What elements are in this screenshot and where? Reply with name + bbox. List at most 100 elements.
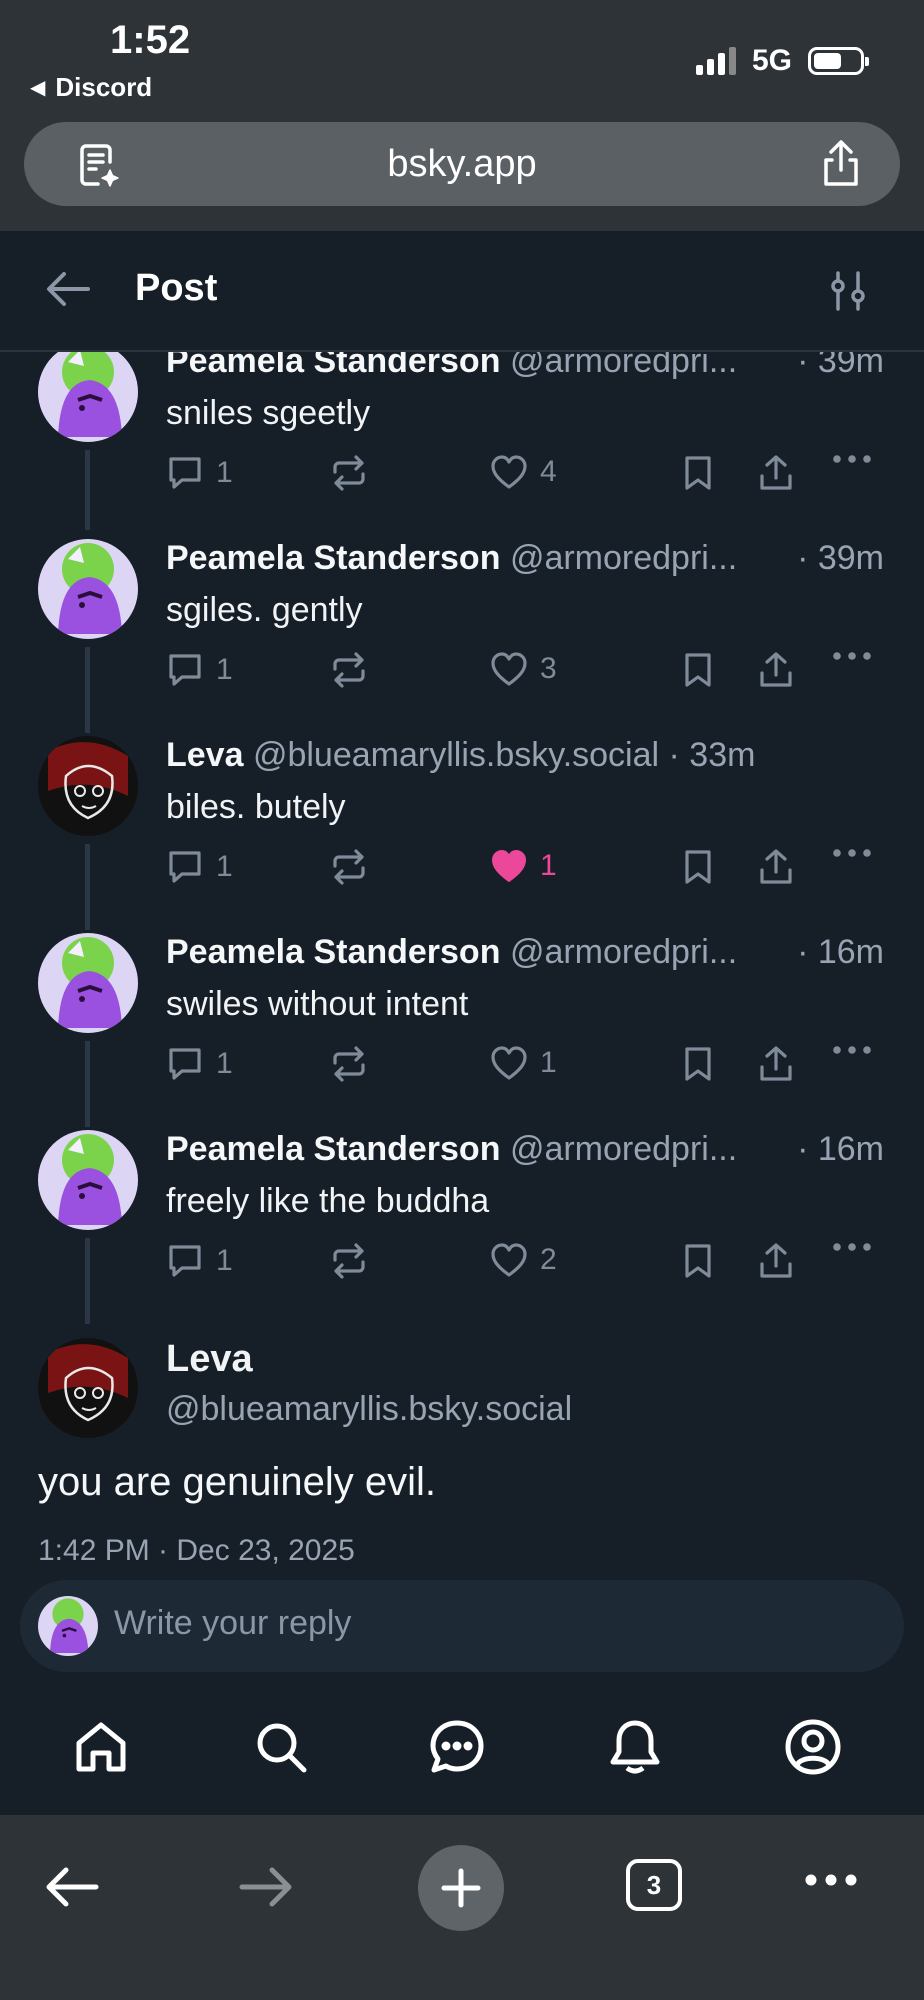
reader-mode-icon[interactable] <box>74 140 124 195</box>
avatar[interactable] <box>38 352 138 442</box>
repost-button[interactable] <box>330 1242 368 1280</box>
main-post: Leva @blueamaryllis.bsky.social you are … <box>0 1338 924 1574</box>
thread-connector <box>85 844 90 930</box>
author-handle[interactable]: @armoredpri... <box>510 1130 737 1168</box>
status-indicators: 5G <box>695 44 869 78</box>
like-button[interactable]: 1 <box>490 848 557 884</box>
author-handle[interactable]: @blueamaryllis.bsky.social <box>166 1390 572 1429</box>
share-icon[interactable] <box>816 138 866 195</box>
thread-connector <box>85 1041 90 1127</box>
profile-icon[interactable] <box>780 1714 846 1780</box>
thread-post[interactable]: Peamela Standerson @armoredpri... · 39m … <box>0 352 924 539</box>
bottom-nav <box>0 1690 924 1815</box>
author-handle[interactable]: @armoredpri... <box>510 352 737 380</box>
post-text: freely like the buddha <box>166 1182 490 1220</box>
avatar[interactable] <box>38 736 138 836</box>
thread-connector <box>85 1238 90 1324</box>
post-header: Peamela Standerson @armoredpri... <box>166 352 886 381</box>
heart-filled-icon <box>492 850 526 882</box>
bookmark-button[interactable] <box>682 848 714 886</box>
author-handle[interactable]: @armoredpri... <box>510 539 737 577</box>
share-button[interactable] <box>758 1045 794 1083</box>
notifications-bell-icon[interactable] <box>602 1714 668 1780</box>
more-options-button[interactable] <box>832 1045 872 1055</box>
avatar[interactable] <box>38 539 138 639</box>
bookmark-button[interactable] <box>682 1045 714 1083</box>
author-name[interactable]: Leva <box>166 736 244 774</box>
reply-count: 1 <box>216 850 233 883</box>
reply-button[interactable]: 1 <box>166 651 233 689</box>
reply-button[interactable]: 1 <box>166 1045 233 1083</box>
more-options-button[interactable] <box>832 848 872 858</box>
back-app-label: Discord <box>55 72 153 102</box>
avatar <box>38 1596 98 1656</box>
author-name[interactable]: Leva <box>166 1338 253 1381</box>
reply-button[interactable]: 1 <box>166 454 233 492</box>
share-button[interactable] <box>758 651 794 689</box>
bookmark-button[interactable] <box>682 454 714 492</box>
avatar[interactable] <box>38 1130 138 1230</box>
reply-count: 1 <box>216 456 233 489</box>
more-options-button[interactable] <box>832 651 872 661</box>
like-button[interactable]: 3 <box>490 651 557 687</box>
reply-button[interactable]: 1 <box>166 848 233 886</box>
thread-post[interactable]: Leva @blueamaryllis.bsky.social · 33m bi… <box>0 736 924 933</box>
author-name[interactable]: Peamela Standerson <box>166 933 500 971</box>
back-triangle-icon: ◀ <box>30 77 46 99</box>
share-button[interactable] <box>758 1242 794 1280</box>
share-button[interactable] <box>758 848 794 886</box>
author-name[interactable]: Peamela Standerson <box>166 539 500 577</box>
avatar[interactable] <box>38 933 138 1033</box>
more-options-button[interactable] <box>832 1242 872 1252</box>
bookmark-button[interactable] <box>682 1242 714 1280</box>
more-menu-icon[interactable] <box>804 1873 858 1887</box>
browser-back-icon[interactable] <box>44 1865 100 1909</box>
post-text: sgiles. gently <box>166 591 363 629</box>
post-text: swiles without intent <box>166 985 469 1023</box>
like-count: 2 <box>540 1243 557 1276</box>
author-name[interactable]: Peamela Standerson <box>166 1130 500 1168</box>
home-icon[interactable] <box>68 1714 134 1780</box>
tabs-button[interactable]: 3 <box>626 1859 682 1911</box>
like-button[interactable]: 4 <box>490 454 557 490</box>
page-title: Post <box>135 267 218 309</box>
back-arrow-icon[interactable] <box>44 269 92 314</box>
plus-icon <box>418 1845 504 1931</box>
app-header: Post <box>0 231 924 352</box>
post-time: · 16m <box>791 1130 884 1169</box>
thread-connector <box>85 450 90 530</box>
repost-button[interactable] <box>330 651 368 689</box>
search-icon[interactable] <box>248 1714 314 1780</box>
post-time: · 39m <box>791 352 884 381</box>
author-name[interactable]: Peamela Standerson <box>166 352 500 380</box>
tab-count: 3 <box>626 1859 682 1911</box>
status-time: 1:52 <box>110 18 191 62</box>
reply-button[interactable]: 1 <box>166 1242 233 1280</box>
thread-post[interactable]: Peamela Standerson @armoredpri... · 16m … <box>0 1130 924 1327</box>
repost-button[interactable] <box>330 1045 368 1083</box>
post-header: Peamela Standerson @armoredpri... <box>166 1130 886 1169</box>
thread-post[interactable]: Peamela Standerson @armoredpri... · 16m … <box>0 933 924 1130</box>
bookmark-button[interactable] <box>682 651 714 689</box>
thread-settings-icon[interactable] <box>828 269 868 318</box>
reply-input[interactable]: Write your reply <box>20 1580 904 1672</box>
author-handle[interactable]: @armoredpri... <box>510 933 737 971</box>
thread-post[interactable]: Peamela Standerson @armoredpri... · 39m … <box>0 539 924 736</box>
like-button[interactable]: 1 <box>490 1045 557 1081</box>
chat-icon[interactable] <box>424 1714 490 1780</box>
author-handle[interactable]: @blueamaryllis.bsky.social <box>253 736 659 774</box>
more-options-button[interactable] <box>832 454 872 464</box>
new-tab-button[interactable] <box>418 1845 504 1931</box>
reply-count: 1 <box>216 1244 233 1277</box>
reply-count: 1 <box>216 653 233 686</box>
share-button[interactable] <box>758 454 794 492</box>
repost-button[interactable] <box>330 454 368 492</box>
like-button[interactable]: 2 <box>490 1242 557 1278</box>
post-actions: 1 2 <box>166 1242 886 1286</box>
url-bar[interactable]: bsky.app <box>24 122 900 206</box>
repost-button[interactable] <box>330 848 368 886</box>
back-to-app-link[interactable]: ◀ Discord <box>30 72 152 103</box>
like-count: 1 <box>540 1046 557 1079</box>
avatar[interactable] <box>38 1338 138 1438</box>
browser-forward-icon <box>238 1865 294 1909</box>
